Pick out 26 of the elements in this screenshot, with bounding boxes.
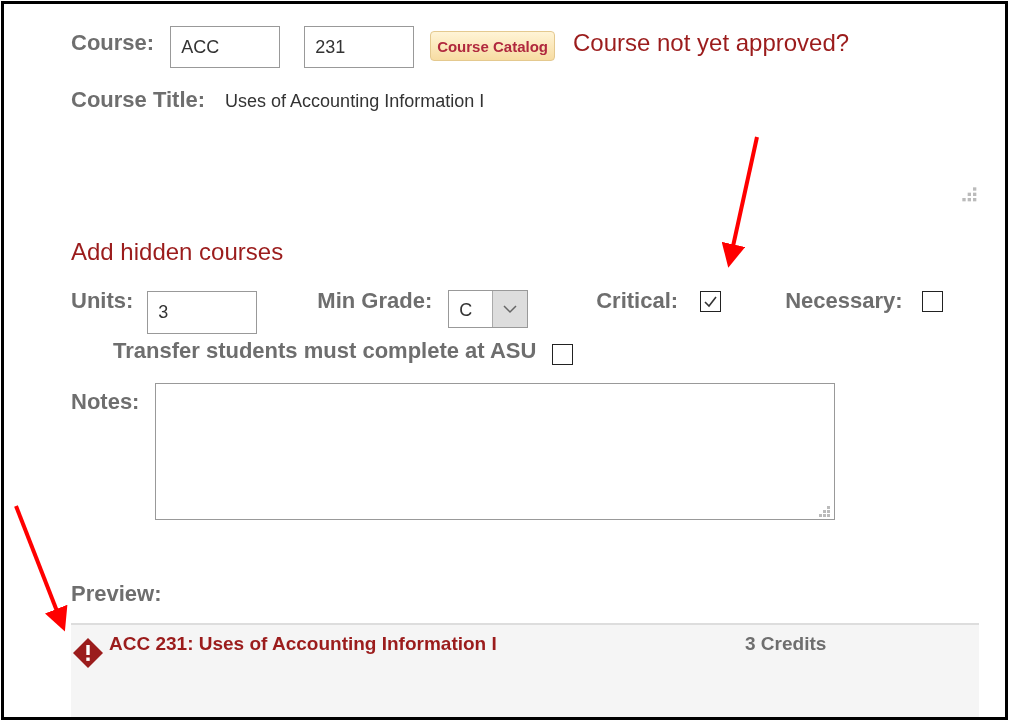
preview-course-title: ACC 231: Uses of Accounting Information I bbox=[109, 633, 498, 655]
preview-credits: 3 Credits bbox=[745, 633, 827, 655]
notes-label: Notes: bbox=[71, 389, 140, 415]
necessary-label: Necessary: bbox=[785, 288, 903, 314]
course-not-approved-link[interactable]: Course not yet approved? bbox=[573, 29, 850, 57]
course-label: Course: bbox=[71, 30, 155, 56]
min-grade-label: Min Grade: bbox=[317, 288, 433, 314]
course-catalog-button[interactable]: Course Catalog bbox=[430, 31, 555, 61]
number-field[interactable]: 231 bbox=[304, 26, 415, 68]
critical-label: Critical: bbox=[596, 288, 679, 314]
preview-label: Preview: bbox=[71, 581, 162, 607]
course-title-label: Course Title: bbox=[71, 87, 206, 113]
add-hidden-courses-link[interactable]: Add hidden courses bbox=[71, 238, 284, 266]
chevron-down-icon bbox=[503, 304, 518, 314]
units-label: Units: bbox=[71, 288, 134, 314]
min-grade-select[interactable]: C bbox=[448, 290, 529, 328]
resize-grip-icon bbox=[961, 186, 977, 202]
course-title-value: Uses of Accounting Information I bbox=[225, 91, 485, 112]
transfer-label: Transfer students must complete at ASU bbox=[113, 338, 537, 364]
checkbox[interactable] bbox=[552, 344, 574, 365]
units-field[interactable]: 3 bbox=[147, 291, 258, 334]
checkbox[interactable] bbox=[921, 291, 943, 312]
subject-field[interactable]: ACC bbox=[170, 26, 281, 68]
notes-field[interactable] bbox=[155, 383, 836, 520]
check-icon bbox=[703, 295, 719, 308]
checkbox[interactable] bbox=[700, 291, 722, 312]
